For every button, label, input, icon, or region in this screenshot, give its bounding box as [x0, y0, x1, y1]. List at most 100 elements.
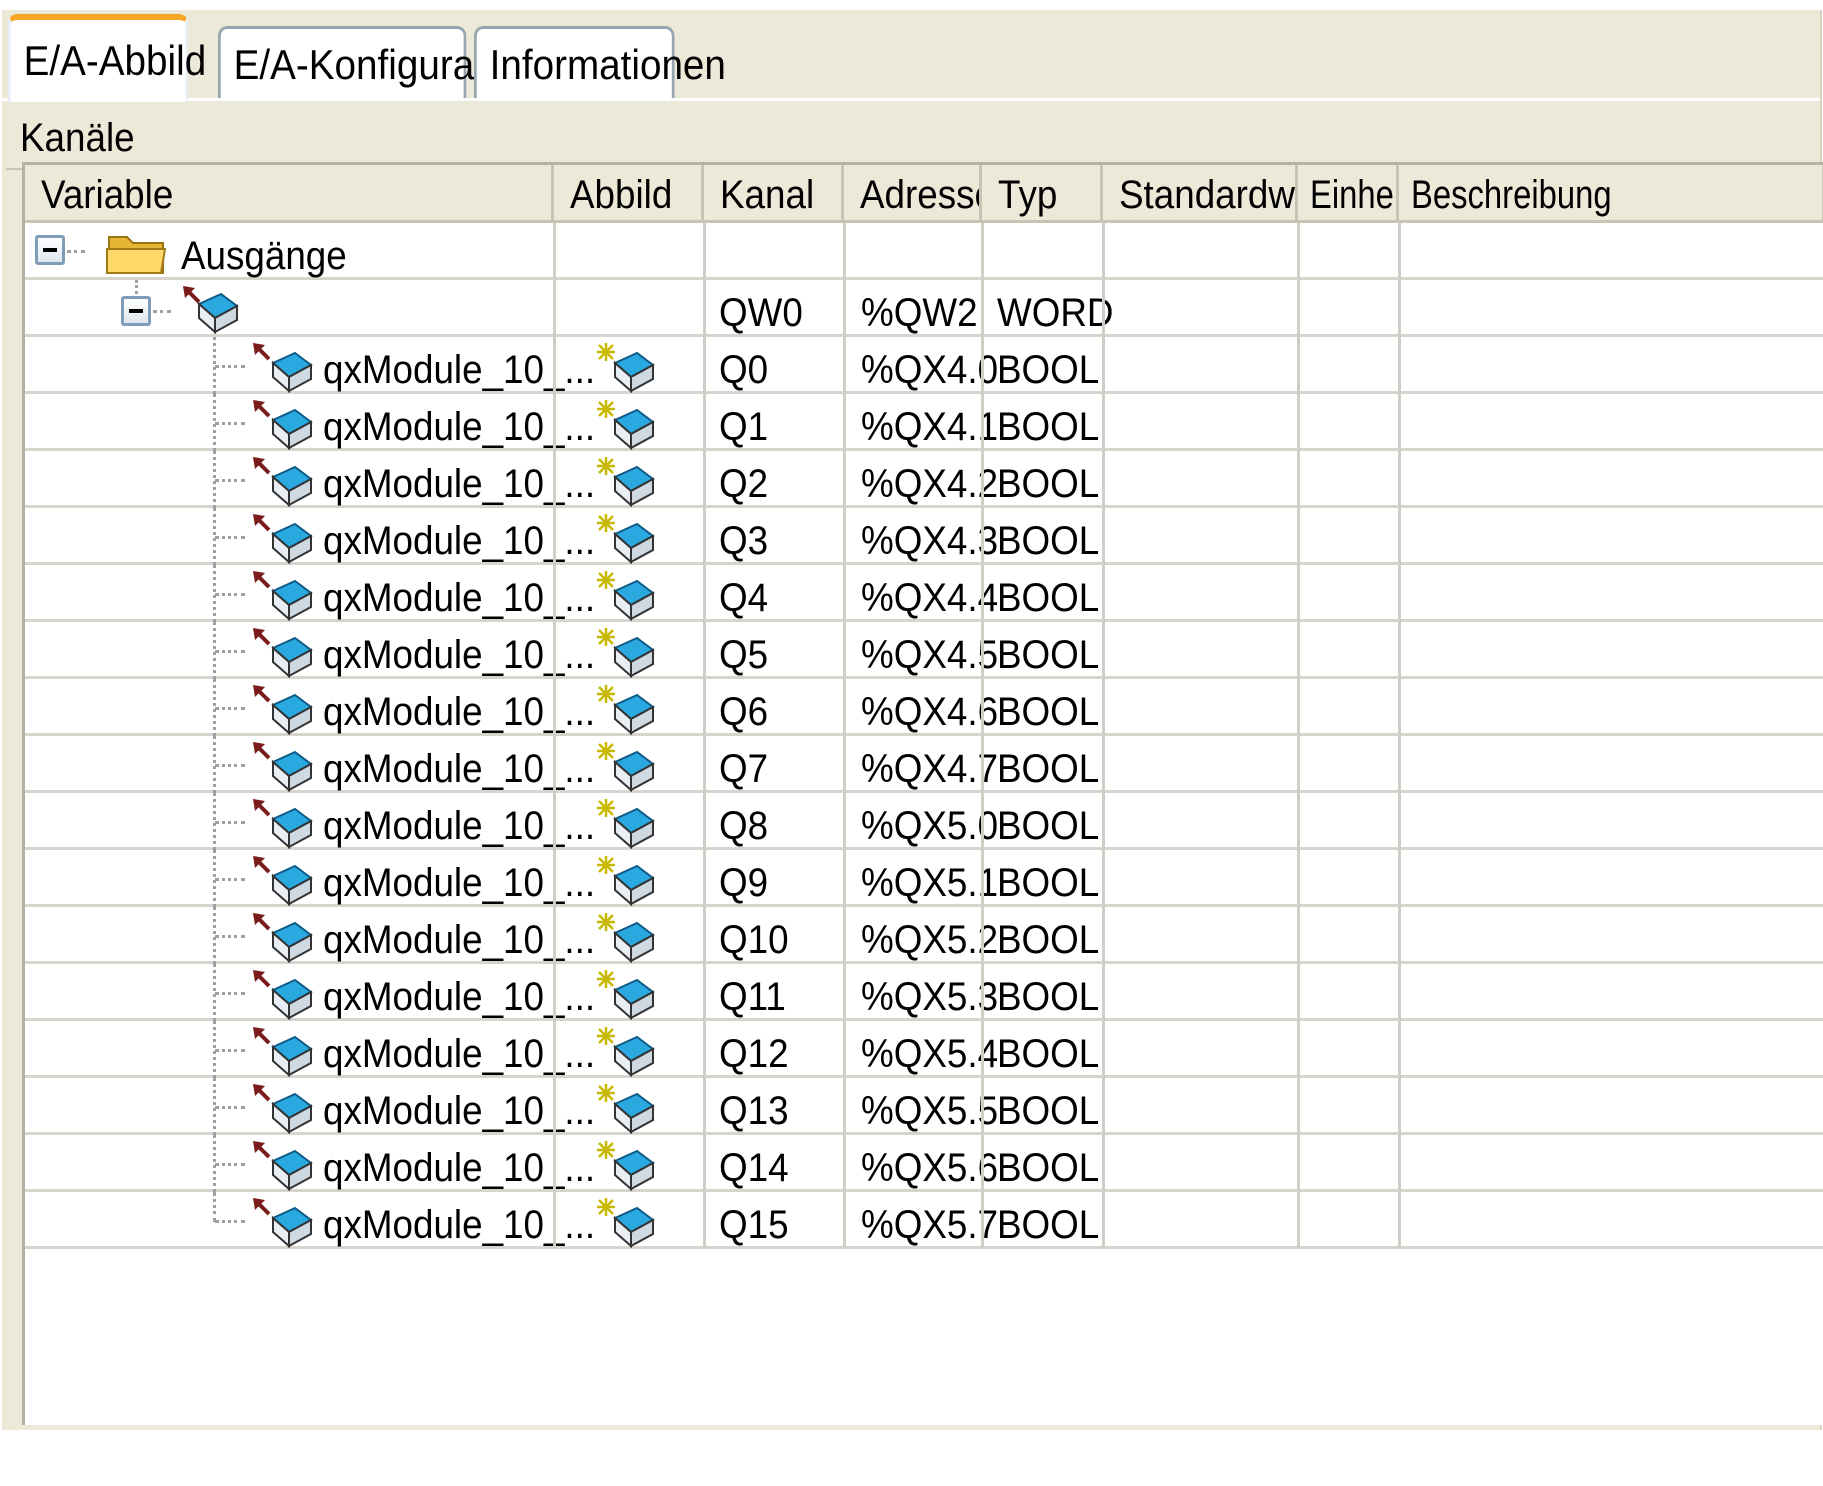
- io-channel-icon: [195, 290, 239, 335]
- variable-cell: qxModule_10_...: [323, 736, 619, 800]
- io-channel-icon: [269, 691, 313, 736]
- tree-connector-vertical: [135, 280, 138, 294]
- tree-row-word[interactable]: QW0 %QW2 WORD: [25, 280, 1823, 337]
- kanal-cell: QW0: [719, 280, 810, 344]
- io-channel-icon: [269, 406, 313, 451]
- column-header-variable[interactable]: Variable: [25, 165, 554, 223]
- channels-section-bar: Kanäle: [6, 104, 1818, 170]
- table-row[interactable]: qxModule_10_... Q2 %QX4.2 BOOL: [25, 451, 1823, 508]
- column-divider: [1297, 223, 1300, 1249]
- collapse-toggle-icon[interactable]: [121, 296, 151, 326]
- tree-connector: [67, 250, 85, 253]
- new-variable-icon[interactable]: [611, 919, 655, 964]
- column-header-standardwert[interactable]: Standardwert: [1103, 165, 1298, 223]
- kanal-cell: Q9: [719, 850, 772, 914]
- table-row[interactable]: qxModule_10_... Q6 %QX4.6 BOOL: [25, 679, 1823, 736]
- adresse-cell: %QX5.1: [861, 850, 1010, 914]
- variable-cell: qxModule_10_...: [323, 1135, 619, 1199]
- table-row[interactable]: qxModule_10_... Q13 %QX5.5 BOOL: [25, 1078, 1823, 1135]
- variable-cell: qxModule_10_...: [323, 394, 619, 458]
- typ-cell: BOOL: [997, 679, 1108, 743]
- variable-cell: qxModule_10_...: [323, 565, 619, 629]
- adresse-cell: %QX5.7: [861, 1192, 1010, 1256]
- folder-icon: [105, 229, 169, 277]
- tree-row-folder[interactable]: Ausgänge: [25, 223, 1823, 280]
- typ-cell: BOOL: [997, 736, 1108, 800]
- column-header-abbild[interactable]: Abbild: [554, 165, 704, 223]
- table-row[interactable]: qxModule_10_... Q5 %QX4.5 BOOL: [25, 622, 1823, 679]
- tab-io-configuration[interactable]: E/A-Konfiguration: [218, 26, 537, 98]
- column-divider: [843, 223, 846, 1249]
- tab-information[interactable]: Informationen: [474, 26, 726, 98]
- section-title: Kanäle: [20, 116, 135, 160]
- new-variable-icon[interactable]: [611, 406, 655, 451]
- new-variable-icon[interactable]: [611, 1204, 655, 1249]
- typ-cell: BOOL: [997, 622, 1108, 686]
- table-row[interactable]: qxModule_10_... Q9 %QX5.1 BOOL: [25, 850, 1823, 907]
- folder-label: Ausgänge: [181, 223, 361, 287]
- table-row[interactable]: qxModule_10_... Q1 %QX4.1 BOOL: [25, 394, 1823, 451]
- io-channel-icon: [269, 1033, 313, 1078]
- column-header-adresse[interactable]: Adresse: [844, 165, 982, 223]
- table-row[interactable]: qxModule_10_... Q3 %QX4.3 BOOL: [25, 508, 1823, 565]
- typ-cell: BOOL: [997, 337, 1108, 401]
- new-variable-icon[interactable]: [611, 577, 655, 622]
- variable-cell: qxModule_10_...: [323, 1078, 619, 1142]
- new-variable-icon[interactable]: [611, 1033, 655, 1078]
- table-row[interactable]: qxModule_10_... Q4 %QX4.4 BOOL: [25, 565, 1823, 622]
- variable-cell: qxModule_10_...: [323, 907, 619, 971]
- kanal-cell: Q14: [719, 1135, 795, 1199]
- adresse-cell: %QW2: [861, 280, 988, 344]
- typ-cell: BOOL: [997, 1021, 1108, 1085]
- io-channel-icon: [269, 976, 313, 1021]
- typ-cell: BOOL: [997, 565, 1108, 629]
- tab-io-image[interactable]: E/A-Abbild: [8, 14, 206, 102]
- column-header-einheit[interactable]: Einheit: [1298, 165, 1399, 223]
- typ-cell: BOOL: [997, 1135, 1108, 1199]
- table-row[interactable]: qxModule_10_... Q8 %QX5.0 BOOL: [25, 793, 1823, 850]
- adresse-cell: %QX5.6: [861, 1135, 1010, 1199]
- table-row[interactable]: qxModule_10_... Q10 %QX5.2 BOOL: [25, 907, 1823, 964]
- new-variable-icon[interactable]: [611, 748, 655, 793]
- new-variable-icon[interactable]: [611, 976, 655, 1021]
- column-header-kanal[interactable]: Kanal: [704, 165, 844, 223]
- variable-cell: qxModule_10_...: [323, 1192, 619, 1256]
- new-variable-icon[interactable]: [611, 520, 655, 565]
- tree-connector: [215, 479, 245, 482]
- new-variable-icon[interactable]: [611, 463, 655, 508]
- table-row[interactable]: qxModule_10_... Q15 %QX5.7 BOOL: [25, 1192, 1823, 1249]
- new-variable-icon[interactable]: [611, 1147, 655, 1192]
- io-channel-icon: [269, 349, 313, 394]
- adresse-cell: %QX4.5: [861, 622, 1010, 686]
- typ-cell: BOOL: [997, 793, 1108, 857]
- column-header-beschreibung[interactable]: Beschreibung: [1399, 165, 1823, 223]
- column-header-typ[interactable]: Typ: [982, 165, 1103, 223]
- tree-connector: [215, 650, 245, 653]
- column-divider: [703, 223, 706, 1249]
- tree-connector: [215, 707, 245, 710]
- variable-cell: qxModule_10_...: [323, 793, 619, 857]
- typ-cell: BOOL: [997, 451, 1108, 515]
- new-variable-icon[interactable]: [611, 805, 655, 850]
- tree-connector: [215, 821, 245, 824]
- table-row[interactable]: qxModule_10_... Q7 %QX4.7 BOOL: [25, 736, 1823, 793]
- kanal-cell: Q2: [719, 451, 772, 515]
- new-variable-icon[interactable]: [611, 634, 655, 679]
- adresse-cell: %QX5.2: [861, 907, 1010, 971]
- tree-connector: [215, 593, 245, 596]
- table-row[interactable]: qxModule_10_... Q14 %QX5.6 BOOL: [25, 1135, 1823, 1192]
- new-variable-icon[interactable]: [611, 349, 655, 394]
- kanal-cell: Q8: [719, 793, 772, 857]
- table-row[interactable]: qxModule_10_... Q0 %QX4.0 BOOL: [25, 337, 1823, 394]
- collapse-toggle-icon[interactable]: [35, 235, 65, 265]
- tree-connector: [215, 878, 245, 881]
- table-row[interactable]: qxModule_10_... Q12 %QX5.4 BOOL: [25, 1021, 1823, 1078]
- new-variable-icon[interactable]: [611, 862, 655, 907]
- tree-connector: [215, 536, 245, 539]
- io-channel-icon: [269, 1147, 313, 1192]
- new-variable-icon[interactable]: [611, 1090, 655, 1135]
- new-variable-icon[interactable]: [611, 691, 655, 736]
- table-row[interactable]: qxModule_10_... Q11 %QX5.3 BOOL: [25, 964, 1823, 1021]
- io-channel-icon: [269, 1204, 313, 1249]
- tree-connector: [215, 365, 245, 368]
